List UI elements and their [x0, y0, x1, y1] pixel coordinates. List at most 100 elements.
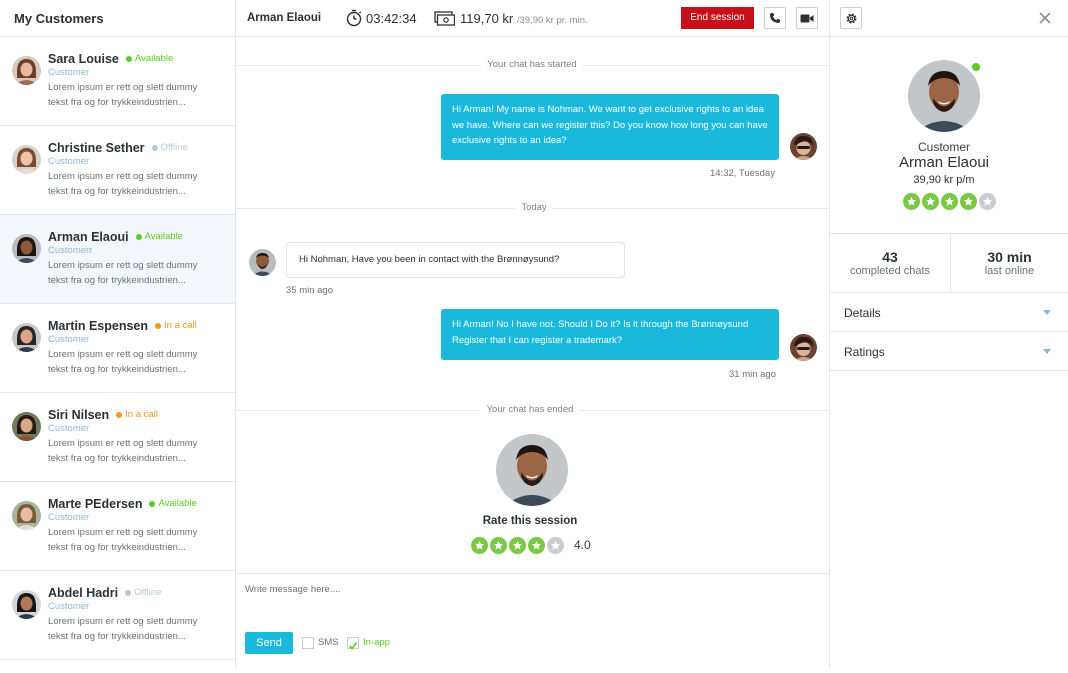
details-label: Details [844, 306, 881, 320]
sms-checkbox[interactable] [302, 637, 314, 649]
chat-started-label: Your chat has started [481, 59, 583, 70]
message-timestamp: 14:32, Tuesday [710, 168, 775, 179]
status-badge: Offline [160, 142, 188, 153]
video-camera-icon [800, 14, 814, 22]
customer-role: Customerr [48, 245, 93, 256]
status-badge: Available [158, 498, 197, 509]
customer-header: Christine Sether Offline [48, 140, 225, 155]
avatar [12, 323, 41, 352]
sms-label: SMS [318, 637, 339, 648]
session-rating-stars[interactable] [471, 537, 566, 554]
session-timer: 03:42:34 [366, 11, 417, 26]
customer-role: Customer [48, 67, 90, 78]
customer-list-panel: My Customers Sara Louise Available Custome… [0, 0, 236, 667]
message-preview: Lorem ipsum er rett og slett dummy tekst… [48, 171, 198, 197]
phone-icon [770, 13, 780, 23]
star-icon[interactable] [547, 537, 564, 554]
profile-card: Customer Arman Elaoui 39,90 kr p/m [830, 37, 1068, 234]
last-online-label: last online [984, 265, 1035, 277]
star-icon[interactable] [471, 537, 488, 554]
rate-session-title: Rate this session [482, 515, 578, 527]
last-online-value: 30 min [987, 249, 1032, 265]
customer-role: Customer [48, 334, 90, 345]
in-app-checkbox[interactable] [347, 637, 359, 650]
customer-header: Sara Louise Available [48, 51, 225, 66]
end-session-button[interactable]: End session [681, 7, 754, 29]
message-preview: Lorem ipsum er rett og slett dummy tekst… [48, 616, 198, 642]
avatar [790, 334, 817, 361]
status-dot [155, 322, 162, 329]
message-preview: Lorem ipsum er rett og slett dummy tekst… [48, 349, 198, 375]
customer-list-item[interactable]: Marte PEdersen Available Customer Lorem ips… [0, 482, 235, 571]
customer-name: Sara Louise [48, 51, 119, 66]
chat-panel: Arman Elaoui 03:42:34 119,70 kr /39,90 k… [236, 0, 830, 667]
status-badge: In a call [164, 320, 197, 331]
details-section[interactable]: Details [830, 293, 1068, 332]
customer-list-item[interactable]: Martin Espensen In a call Customer Lorem ip… [0, 304, 235, 393]
checkmark-icon [348, 642, 358, 650]
avatar [12, 501, 41, 530]
profile-toolbar [830, 0, 1068, 37]
star-icon [979, 193, 996, 210]
chevron-down-icon [1043, 310, 1051, 315]
avatar [790, 133, 817, 160]
customer-role: Customer [48, 156, 90, 167]
status-dot [125, 55, 132, 62]
status-badge: Available [134, 53, 174, 64]
stopwatch-icon [346, 9, 362, 27]
customer-name: Marte PEdersen [48, 496, 143, 511]
completed-chats-count: 43 [882, 249, 898, 265]
customer-name: Siri Nilsen [48, 407, 110, 422]
customer-role: Customer [48, 601, 90, 612]
outgoing-message: Hi Arman! No I have not. Should I Do it?… [441, 309, 779, 360]
status-dot [125, 589, 132, 596]
customer-list-item[interactable]: Sara Louise Available Customer Lorem ipsum … [0, 37, 235, 126]
avatar [12, 234, 41, 263]
star-icon[interactable] [490, 537, 507, 554]
avatar [12, 412, 41, 441]
session-rating-value: 4.0 [574, 538, 591, 552]
in-app-label: In-app [363, 637, 390, 648]
session-contact-name: Arman Elaoui [247, 12, 322, 24]
video-call-button[interactable] [796, 7, 818, 29]
customer-header: Abdel Hadri Offline [48, 585, 225, 600]
profile-name: Arman Elaoui [898, 154, 990, 171]
customer-name: Christine Sether [48, 140, 145, 155]
close-icon[interactable] [1038, 11, 1052, 25]
customer-name: Martin Espensen [48, 318, 149, 333]
session-rate: /39,90 kr pr. min. [516, 15, 588, 26]
profile-rating-stars [903, 193, 998, 210]
ratings-label: Ratings [844, 345, 885, 359]
customer-list-item[interactable]: Christine Sether Offline Customer Lorem ips… [0, 126, 235, 215]
star-icon[interactable] [509, 537, 526, 554]
incoming-message: Hi Nohman, Have you been in contact with… [286, 242, 625, 278]
customer-list: Sara Louise Available Customer Lorem ipsum … [0, 37, 235, 660]
star-icon [903, 193, 920, 210]
chevron-down-icon [1043, 349, 1051, 354]
customer-list-item[interactable]: Siri Nilsen In a call Customer Lorem ipsum … [0, 393, 235, 482]
customer-header: Arman Elaoui Available [48, 229, 225, 244]
customer-role: Customer [48, 512, 90, 523]
today-label: Today [515, 202, 553, 213]
profile-avatar [908, 60, 980, 132]
star-icon [960, 193, 977, 210]
last-online-stat: 30 min last online [951, 234, 1068, 293]
phone-button[interactable] [764, 7, 786, 29]
customer-list-item[interactable]: Arman Elaoui Available Customerr Lorem ipsu… [0, 215, 235, 304]
avatar [12, 590, 41, 619]
ratings-section[interactable]: Ratings [830, 332, 1068, 371]
avatar [12, 145, 41, 174]
avatar [249, 249, 276, 276]
star-icon[interactable] [528, 537, 545, 554]
star-icon [922, 193, 939, 210]
customer-list-item[interactable]: Abdel Hadri Offline Customer Lorem ipsum er… [0, 571, 235, 660]
avatar [12, 56, 41, 85]
customer-role: Customer [48, 423, 90, 434]
completed-chats-label: completed chats [849, 265, 931, 277]
settings-button[interactable] [840, 7, 862, 29]
session-total-price: 119,70 kr [460, 11, 514, 26]
message-preview: Lorem ipsum er rett og slett dummy tekst… [48, 260, 198, 286]
message-input[interactable] [245, 584, 805, 595]
send-button[interactable]: Send [245, 632, 293, 654]
customer-header: Marte PEdersen Available [48, 496, 225, 511]
